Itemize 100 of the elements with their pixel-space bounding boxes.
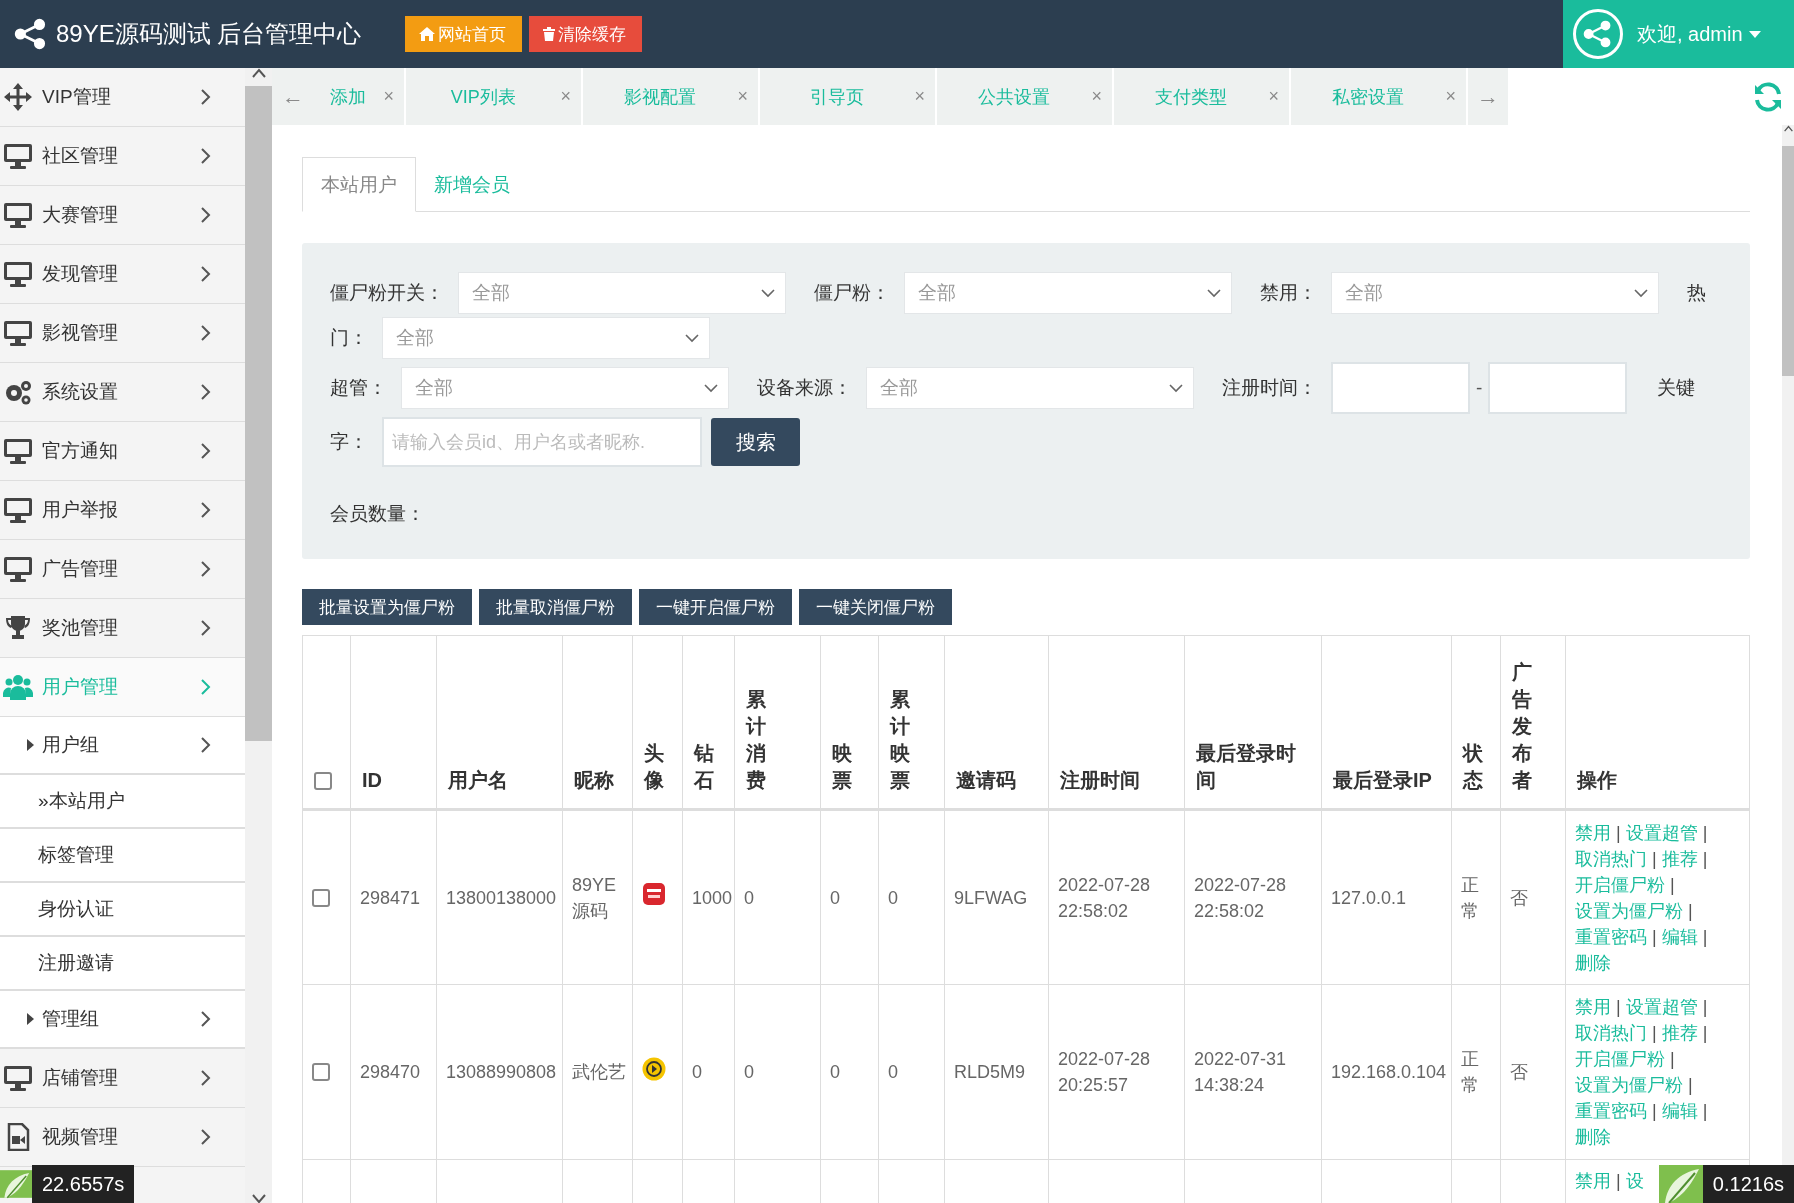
chevron-right-icon (200, 206, 212, 224)
filter-label: 注册时间： (1222, 376, 1317, 400)
close-tab[interactable]: × (1091, 86, 1112, 107)
action-link[interactable]: 删除 (1575, 1127, 1611, 1147)
sidebar-link[interactable]: 身份认证 (0, 883, 245, 937)
checkbox[interactable] (312, 888, 330, 907)
nav-tab[interactable]: 引导页 (760, 84, 915, 109)
bulk-action-button[interactable]: 批量取消僵尸粉 (479, 589, 632, 625)
scrollbar-thumb[interactable] (1782, 146, 1794, 376)
chevron-right-icon (200, 560, 212, 578)
dropdown[interactable]: 全部 (401, 367, 729, 409)
dropdown[interactable]: 全部 (382, 317, 710, 359)
close-tab[interactable]: × (1268, 86, 1289, 107)
action-link[interactable]: 推荐 (1661, 1023, 1698, 1043)
sidebar-subitem[interactable]: 用户组 (0, 717, 245, 775)
bulk-action-button[interactable]: 一键开启僵尸粉 (639, 589, 792, 625)
checkbox[interactable] (314, 772, 332, 790)
sidebar-item[interactable]: 用户管理 (0, 658, 245, 717)
avatar-icon (642, 1056, 666, 1081)
page-tab[interactable]: 本站用户 (302, 157, 416, 212)
sidebar-item[interactable]: 发现管理 (0, 245, 245, 304)
table-cell: 正常 (1451, 984, 1501, 1160)
dropdown[interactable]: 全部 (458, 272, 786, 314)
table-cell: 0 (820, 984, 879, 1160)
sidebar-item[interactable]: 影视管理 (0, 304, 245, 363)
action-link[interactable]: 设置为僵尸粉 (1575, 1075, 1683, 1095)
nav-tab[interactable]: 私密设置 (1291, 84, 1446, 109)
link-separator: | (1616, 1171, 1621, 1191)
close-tab[interactable]: × (1445, 86, 1466, 107)
sidebar-item[interactable]: 广告管理 (0, 540, 245, 599)
filter-label: 热 (1687, 281, 1706, 305)
checkbox[interactable] (312, 1063, 330, 1081)
sidebar-subitem[interactable]: 管理组 (0, 991, 245, 1049)
action-link[interactable]: 禁用 (1575, 1171, 1611, 1191)
link-separator: | (1688, 900, 1693, 921)
action-link[interactable]: 编辑 (1661, 926, 1698, 947)
action-link[interactable]: 重置密码 (1575, 926, 1647, 947)
action-link[interactable]: 设置超管 (1625, 997, 1698, 1017)
sidebar-link[interactable]: 标签管理 (0, 829, 245, 883)
filter-label: 设备来源： (757, 376, 852, 400)
sidebar-link[interactable]: »本站用户 (0, 775, 245, 829)
sidebar-item[interactable]: 大赛管理 (0, 186, 245, 245)
dropdown[interactable]: 全部 (866, 367, 1194, 409)
monitor-icon (3, 260, 33, 288)
header-button[interactable]: 清除缓存 (529, 16, 643, 52)
action-link[interactable]: 重置密码 (1575, 1101, 1647, 1121)
dropdown[interactable]: 全部 (904, 272, 1232, 314)
action-link[interactable]: 设置超管 (1625, 822, 1698, 843)
date-field[interactable] (1488, 362, 1628, 414)
scroll-left-arrow[interactable]: ← (272, 83, 312, 110)
chevron-right-icon (200, 324, 212, 342)
link-separator: | (1702, 1023, 1708, 1043)
bulk-action-button[interactable]: 一键关闭僵尸粉 (799, 589, 952, 625)
close-tab[interactable]: × (383, 86, 404, 107)
timer-label: 0.1216s (1702, 1165, 1794, 1203)
chevron-right-icon (200, 501, 212, 519)
header-button[interactable]: 网站首页 (405, 16, 523, 52)
search-button[interactable]: 搜索 (711, 418, 800, 466)
action-link[interactable]: 设置为僵尸粉 (1575, 900, 1683, 921)
chevron-down-icon (704, 383, 718, 393)
link-separator: | (1702, 822, 1708, 843)
action-link[interactable]: 禁用 (1575, 822, 1611, 843)
close-tab[interactable]: × (914, 86, 935, 107)
action-link[interactable]: 禁用 (1575, 997, 1611, 1017)
date-field[interactable] (1331, 362, 1470, 414)
table-cell: 13088990808 (436, 984, 563, 1160)
sidebar-link[interactable]: 注册邀请 (0, 937, 245, 991)
trash-icon (543, 27, 556, 41)
action-link[interactable]: 开启僵尸粉 (1575, 874, 1665, 895)
close-tab[interactable]: × (737, 86, 758, 107)
nav-tab[interactable]: 支付类型 (1114, 84, 1269, 109)
filter-label: 禁用： (1260, 281, 1317, 305)
refresh-icon[interactable] (1752, 80, 1784, 113)
sidebar-item[interactable]: 官方通知 (0, 422, 245, 481)
sidebar-item[interactable]: 系统设置 (0, 363, 245, 422)
column-header: 头像 (632, 635, 683, 810)
nav-tab[interactable]: VIP列表 (406, 84, 561, 109)
table-cell: 0 (878, 809, 945, 985)
chevron-right-icon (200, 442, 212, 460)
nav-tab[interactable]: 影视配置 (583, 84, 738, 109)
action-link[interactable]: 开启僵尸粉 (1575, 1049, 1665, 1069)
sidebar-item[interactable]: 店铺管理 (0, 1049, 245, 1108)
nav-tab[interactable]: 添加 (312, 84, 384, 109)
action-link[interactable]: 取消热门 (1575, 1023, 1647, 1043)
nav-tab[interactable]: 公共设置 (937, 84, 1092, 109)
leaf-icon (1658, 1165, 1703, 1203)
sidebar-item[interactable]: 社区管理 (0, 127, 245, 186)
sidebar-item[interactable]: 用户举报 (0, 481, 245, 540)
close-tab[interactable]: × (560, 86, 581, 107)
action-link[interactable]: 取消热门 (1575, 848, 1647, 869)
search-field[interactable]: 请输入会员id、用户名或者昵称. (382, 417, 702, 467)
scrollbar-thumb[interactable] (245, 86, 272, 741)
bulk-action-button[interactable]: 批量设置为僵尸粉 (302, 589, 472, 625)
action-link[interactable]: 推荐 (1661, 848, 1698, 869)
dropdown[interactable]: 全部 (1331, 272, 1659, 314)
action-link[interactable]: 删除 (1575, 952, 1611, 973)
action-link[interactable]: 编辑 (1661, 1101, 1698, 1121)
chevron-right-icon (200, 88, 212, 106)
page-tab[interactable]: 新增会员 (416, 157, 528, 212)
action-link[interactable]: 设 (1625, 1171, 1644, 1191)
